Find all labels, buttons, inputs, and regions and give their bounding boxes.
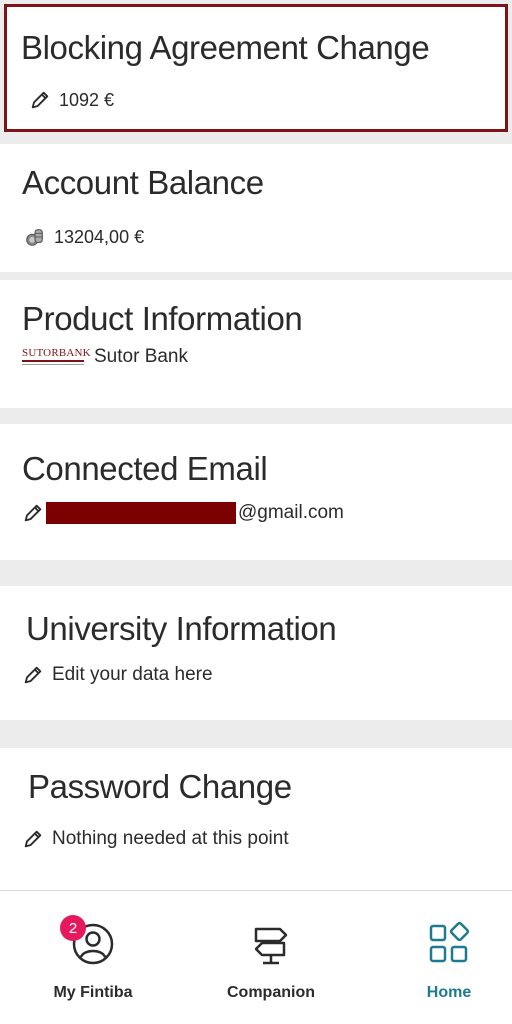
blocking-amount: 1092 €: [59, 89, 115, 110]
password-status: Nothing needed at this point: [52, 828, 289, 849]
card-title: Product Information: [22, 300, 303, 337]
pencil-icon: [22, 502, 44, 524]
university-status: Edit your data here: [52, 664, 213, 685]
blocking-agreement-card[interactable]: Blocking Agreement Change 1092 €: [4, 4, 508, 132]
pencil-icon: [29, 89, 51, 111]
card-subtitle: @gmail.com: [22, 502, 344, 524]
signpost-icon: [248, 921, 294, 967]
card-title: University Information: [26, 610, 337, 647]
product-information-card[interactable]: Product Information SUTORBANK Sutor Bank: [0, 280, 512, 408]
account-balance-card[interactable]: Account Balance 13204,00 €: [0, 144, 512, 272]
card-subtitle: 1092 €: [29, 89, 114, 111]
card-subtitle: 13204,00 €: [24, 226, 144, 248]
pencil-icon: [22, 828, 44, 850]
notification-badge: 2: [60, 915, 86, 941]
logo-wordmark: SUTORBANK: [22, 347, 91, 359]
nav-label: Home: [426, 984, 472, 1001]
card-subtitle: Nothing needed at this point: [22, 828, 289, 850]
card-title: Account Balance: [22, 164, 264, 201]
coins-icon: [24, 226, 46, 248]
password-change-card[interactable]: Password Change Nothing needed at this p…: [0, 748, 512, 890]
home-grid-icon: [426, 921, 472, 967]
bank-name: Sutor Bank: [94, 346, 188, 367]
card-subtitle: SUTORBANK Sutor Bank: [22, 346, 188, 368]
balance-amount: 13204,00 €: [54, 226, 145, 247]
email-redaction: [46, 502, 236, 524]
sutor-bank-logo: SUTORBANK: [22, 347, 91, 367]
connected-email-card[interactable]: Connected Email @gmail.com: [0, 424, 512, 560]
nav-item-my-fintiba[interactable]: 2 My Fintiba: [8, 891, 178, 1024]
email-domain: @gmail.com: [238, 502, 344, 523]
pencil-icon: [22, 664, 44, 686]
nav-item-home[interactable]: Home: [364, 891, 512, 1024]
card-title: Connected Email: [22, 450, 268, 487]
card-title: Blocking Agreement Change: [21, 29, 430, 66]
card-title: Password Change: [28, 768, 292, 805]
nav-label: Companion: [227, 984, 315, 1001]
bottom-navigation: 2 My Fintiba Companion Home: [0, 890, 512, 1024]
nav-item-companion[interactable]: Companion: [186, 891, 356, 1024]
nav-label: My Fintiba: [53, 984, 133, 1001]
university-information-card[interactable]: University Information Edit your data he…: [0, 586, 512, 720]
card-subtitle: Edit your data here: [22, 664, 213, 686]
